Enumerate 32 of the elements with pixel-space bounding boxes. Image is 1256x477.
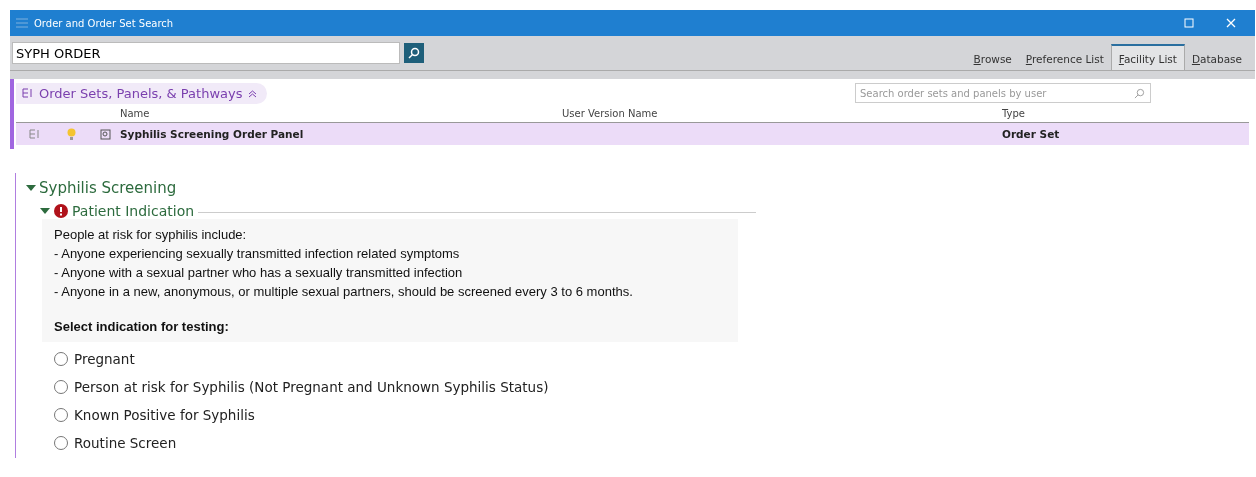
tab[interactable]: Preference List <box>1018 44 1111 70</box>
group-title: Patient Indication <box>72 203 195 219</box>
user-search-field[interactable]: Search order sets and panels by user <box>855 83 1151 103</box>
document-icon[interactable] <box>99 128 111 140</box>
info-text: People at risk for syphilis include: <box>54 226 248 244</box>
table-cell[interactable]: Syphilis Screening Order Panel <box>120 123 562 145</box>
order-set-title: Syphilis Screening <box>39 179 177 197</box>
search-icon <box>1134 88 1145 99</box>
caret-icon[interactable] <box>40 206 50 216</box>
table-cell: Order Set <box>1002 123 1249 145</box>
tab[interactable]: Facility List <box>1110 44 1185 70</box>
section-header[interactable]: Order Sets, Panels, & Pathways <box>16 82 268 104</box>
maximize-icon <box>1184 18 1194 28</box>
list-icon[interactable] <box>28 129 40 139</box>
caret-icon[interactable] <box>26 183 36 193</box>
option-label[interactable]: Person at risk for Syphilis (Not Pregnant and Unknown Syphilis Status) <box>74 379 549 395</box>
window-title: Order and Order Set Search <box>34 17 175 29</box>
option-label[interactable]: Known Positive for Syphilis <box>74 407 255 423</box>
prompt-text: Select indication for testing: <box>54 319 230 334</box>
list-icon <box>22 88 33 98</box>
tab[interactable]: Database <box>1184 44 1249 70</box>
tab[interactable]: Browse <box>966 44 1019 70</box>
collapse-icon[interactable] <box>248 88 258 98</box>
info-text: - Anyone experiencing sexually transmitted infection related symptoms <box>54 245 461 263</box>
option-label[interactable]: Pregnant <box>74 351 135 367</box>
info-text: - Anyone in a new, anonymous, or multiple sexual partners, should be screened every 3 to 6 months. <box>54 283 634 301</box>
option-label[interactable]: Routine Screen <box>74 435 177 451</box>
search-field[interactable]: SYPH ORDER <box>12 42 400 64</box>
info-text: - Anyone with a sexual partner who has a sexually transmitted infection <box>54 264 464 282</box>
close-icon <box>1226 18 1236 28</box>
lightbulb-icon[interactable] <box>66 127 76 141</box>
search-button[interactable] <box>404 43 424 63</box>
